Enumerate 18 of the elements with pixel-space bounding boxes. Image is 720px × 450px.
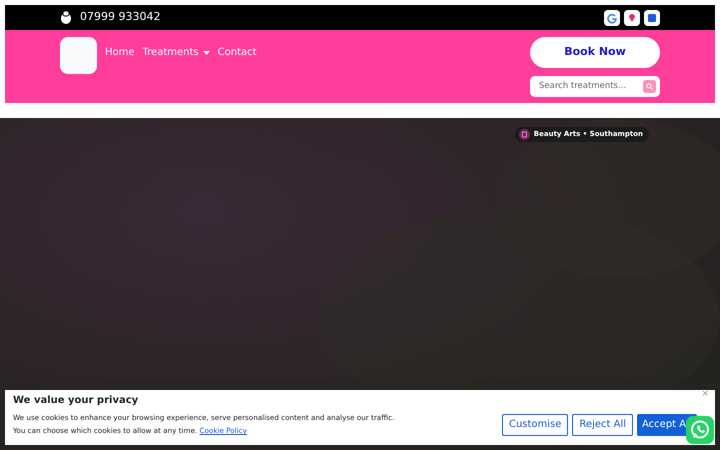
square-icon[interactable]: [644, 10, 660, 26]
badge-icon: [518, 129, 530, 140]
close-button[interactable]: ×: [701, 388, 709, 402]
search-field[interactable]: Search treatments...: [530, 76, 660, 97]
phone-number: 07999 933042: [80, 9, 160, 26]
search-icon: [646, 83, 653, 90]
cookie-title: We value your privacy: [13, 395, 140, 407]
nav-link[interactable]: Contact: [218, 45, 257, 60]
logo[interactable]: [60, 37, 97, 74]
caret-icon: [202, 50, 210, 54]
cookie-button[interactable]: Reject All: [572, 414, 633, 436]
nav-link[interactable]: Home: [105, 45, 135, 60]
map-pin-icon[interactable]: [624, 10, 640, 26]
search-input[interactable]: Search treatments...: [537, 79, 637, 94]
cookie-button[interactable]: Customise: [502, 414, 568, 436]
treatments-dropdown[interactable]: Treatments: [142, 45, 210, 60]
book-now-button[interactable]: Book Now: [530, 37, 660, 68]
google-icon[interactable]: [604, 10, 620, 26]
